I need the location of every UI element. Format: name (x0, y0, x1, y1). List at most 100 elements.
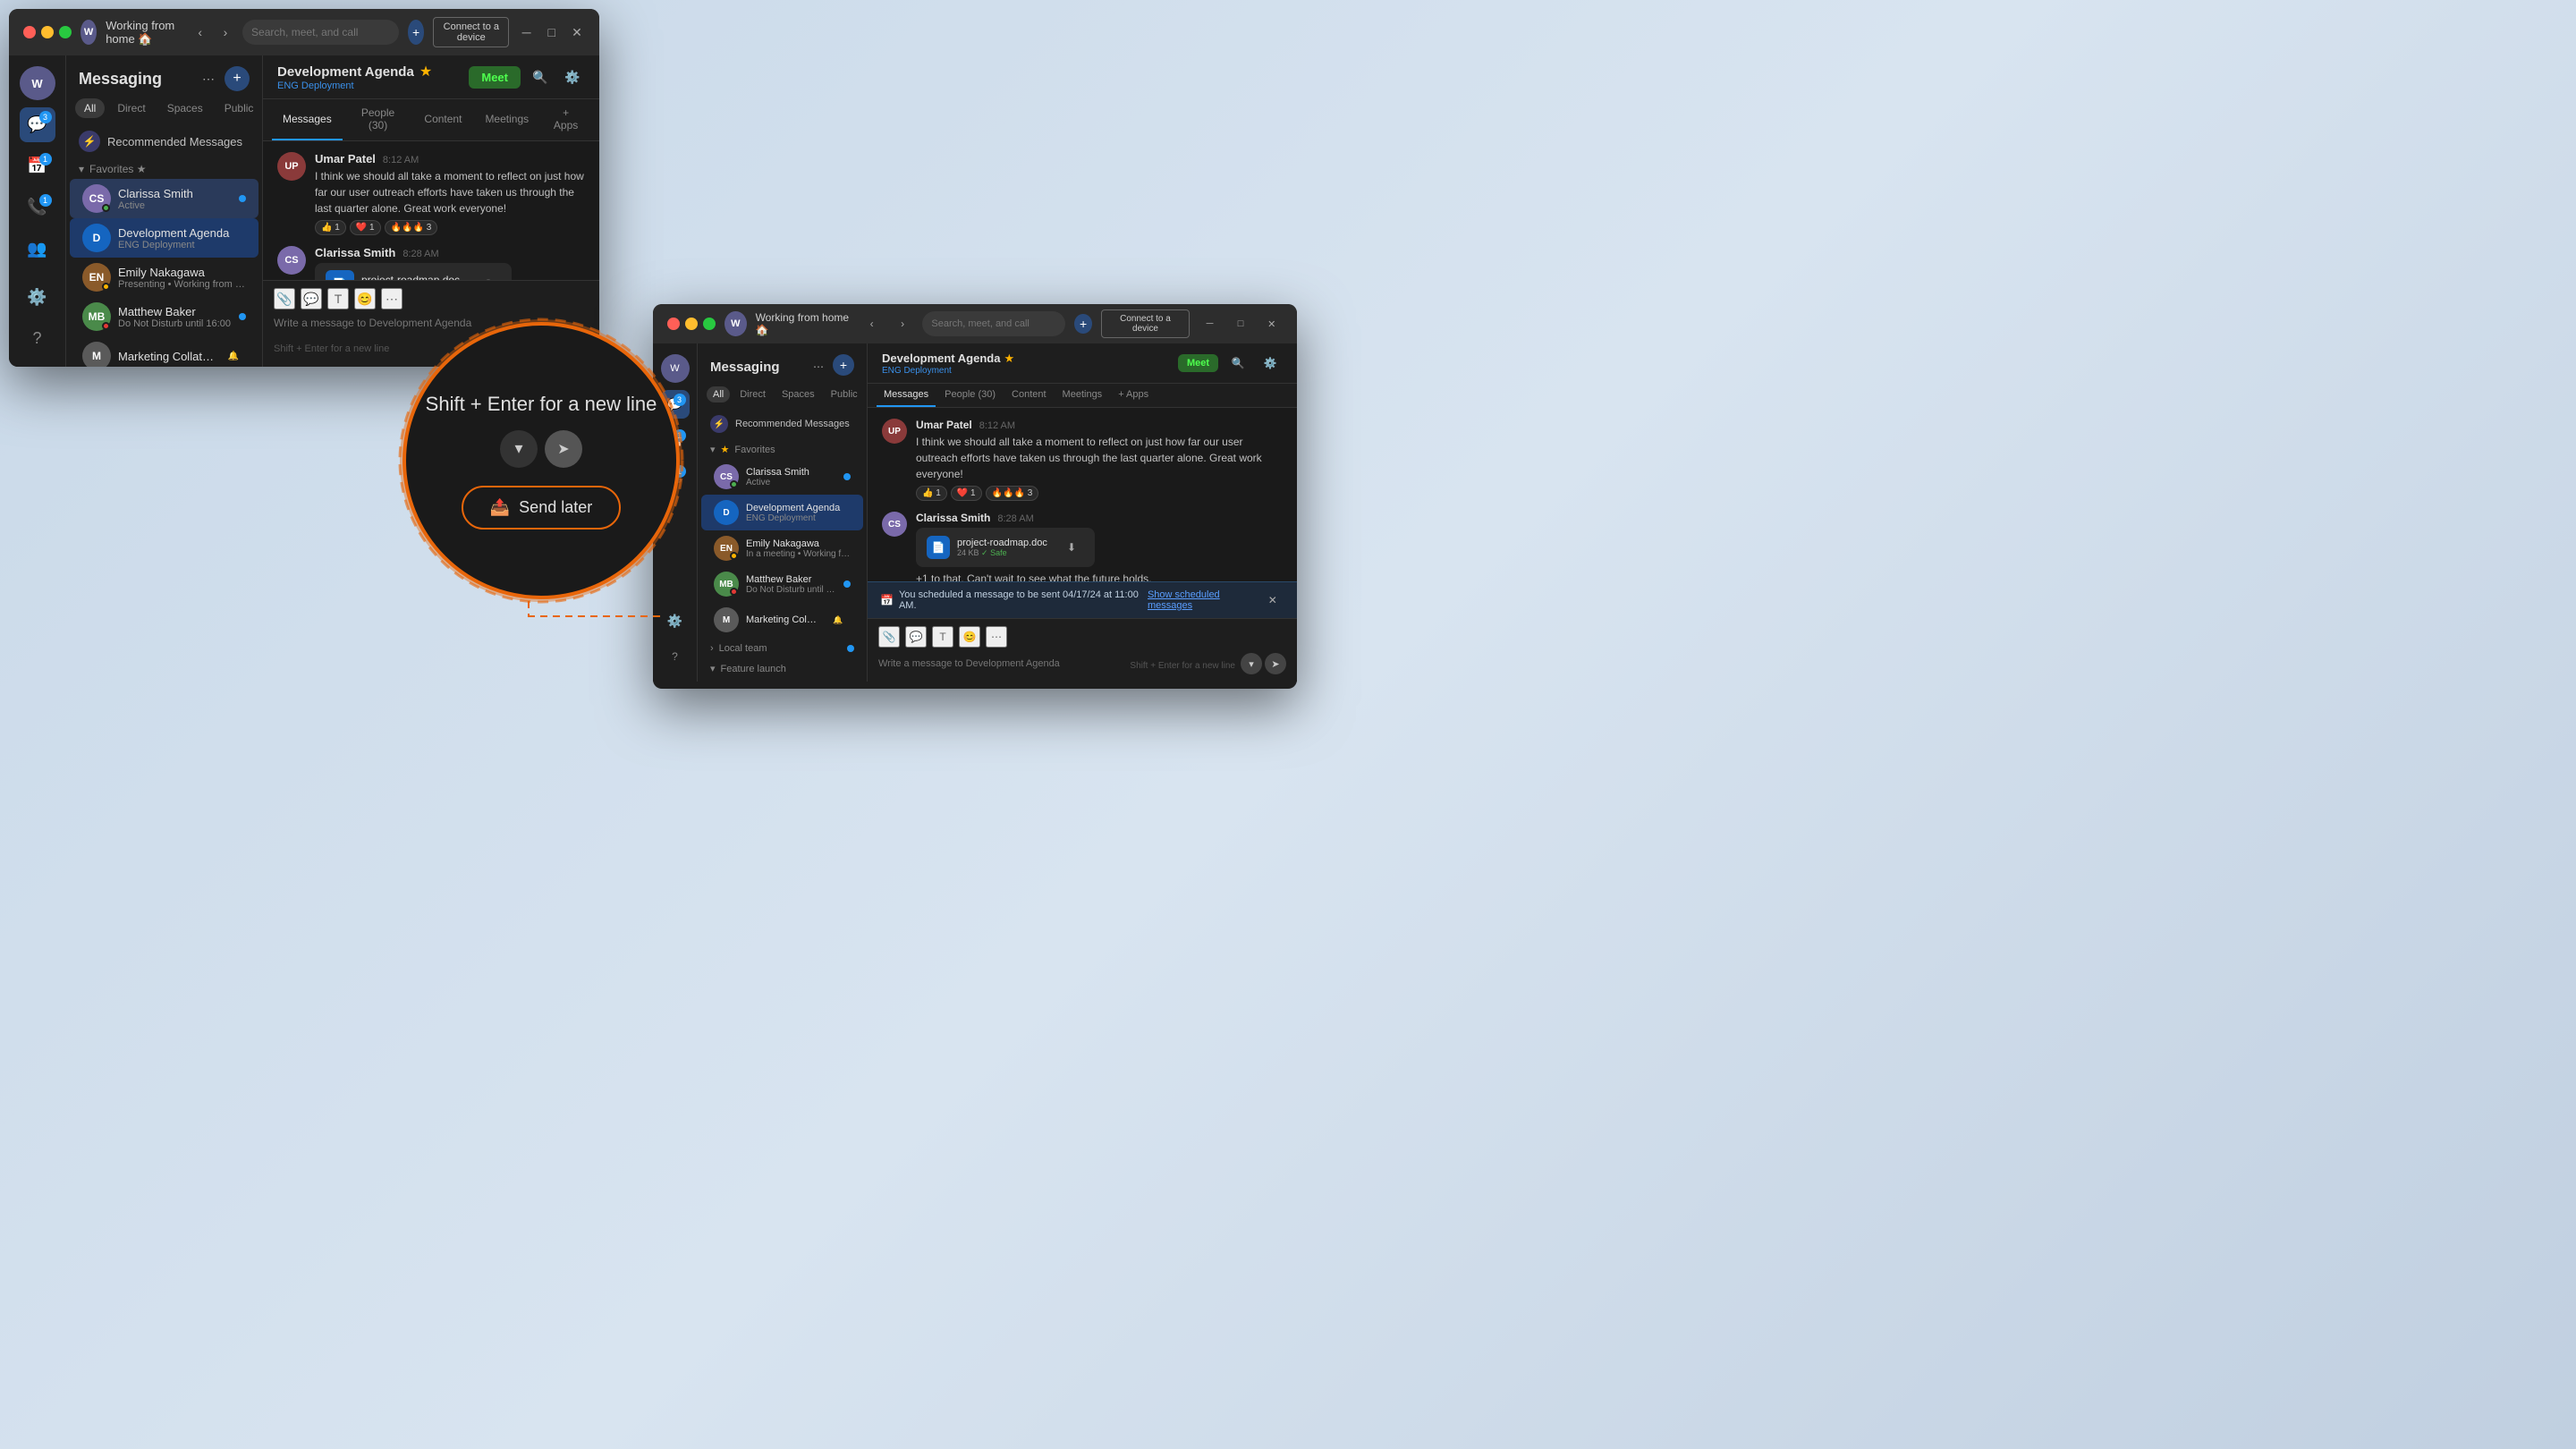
chat-input-field-2[interactable] (878, 658, 1123, 669)
emoji-btn-1[interactable]: 😊 (354, 288, 376, 309)
attach-btn-2[interactable]: 📎 (878, 626, 900, 648)
gif-btn-2[interactable]: 💬 (905, 626, 927, 648)
contact-umar-2[interactable]: UP Umar Patel Presenting • At the office… (701, 678, 863, 682)
zoom-send-btn[interactable]: ➤ (545, 430, 582, 468)
reaction-6[interactable]: 🔥🔥🔥 3 (986, 486, 1039, 501)
sidebar-avatar-2[interactable]: W (661, 354, 690, 383)
compose-btn-1[interactable]: + (225, 66, 250, 91)
attach-btn-1[interactable]: 📎 (274, 288, 295, 309)
minimize-button-1[interactable] (41, 26, 54, 38)
local-team-header-2[interactable]: › Local team (698, 638, 867, 657)
sidebar-teams-1[interactable]: 👥 (20, 232, 55, 266)
chat-tab-meetings-2[interactable]: Meetings (1055, 384, 1110, 407)
sidebar-help-2[interactable]: ? (661, 642, 690, 671)
chat-options-btn-1[interactable]: ⚙️ (560, 64, 585, 89)
recommended-row-1[interactable]: ⚡ Recommended Messages (66, 125, 262, 157)
download-btn-2[interactable]: ⬇ (1059, 535, 1084, 560)
nav-back-1[interactable]: ‹ (192, 20, 208, 45)
show-scheduled-link[interactable]: Show scheduled messages (1148, 589, 1261, 611)
meet-button-1[interactable]: Meet (469, 66, 521, 89)
close-button-1[interactable] (23, 26, 36, 38)
chat-tab-meetings-1[interactable]: Meetings (474, 99, 539, 140)
reaction-2[interactable]: ❤️ 1 (350, 220, 381, 235)
feature-launch-header-2[interactable]: ▾ Feature launch (698, 657, 867, 678)
send-btn-2[interactable]: ➤ (1265, 653, 1286, 674)
filter-btn-1[interactable]: ⋯ (196, 66, 221, 91)
favorites-header-2[interactable]: ▾ ★ Favorites (698, 438, 867, 459)
chat-tab-messages-1[interactable]: Messages (272, 99, 343, 140)
reaction-3[interactable]: 🔥🔥🔥 3 (385, 220, 438, 235)
connect-btn-2[interactable]: Connect to a device (1101, 309, 1191, 338)
chat-options-btn-2[interactable]: ⚙️ (1258, 351, 1283, 376)
reaction-4[interactable]: 👍 1 (916, 486, 947, 501)
meet-button-2[interactable]: Meet (1178, 354, 1218, 372)
format-btn-2[interactable]: T (932, 626, 953, 648)
sidebar-help-1[interactable]: ? (20, 322, 55, 356)
nav-back-2[interactable]: ‹ (860, 311, 883, 336)
sidebar-settings-1[interactable]: ⚙️ (20, 280, 55, 314)
sidebar-messaging-1[interactable]: 💬 3 (20, 107, 55, 141)
contact-devagenda-2[interactable]: D Development Agenda ENG Deployment (701, 495, 863, 530)
compose-btn-2[interactable]: + (833, 354, 854, 376)
chat-tab-content-2[interactable]: Content (1004, 384, 1054, 407)
minimize-win-1[interactable]: ─ (518, 20, 534, 45)
contact-marketing-1[interactable]: M Marketing Collateral 🔔 (70, 336, 258, 367)
format-btn-1[interactable]: T (327, 288, 349, 309)
contact-matthew-2[interactable]: MB Matthew Baker Do Not Disturb until 16… (701, 566, 863, 602)
search-input-1[interactable] (242, 20, 399, 45)
tab-direct-1[interactable]: Direct (108, 98, 154, 118)
search-chat-btn-1[interactable]: 🔍 (528, 64, 553, 89)
chat-tab-content-1[interactable]: Content (413, 99, 472, 140)
zoom-dropdown-btn[interactable]: ▾ (500, 430, 538, 468)
tab-all-1[interactable]: All (75, 98, 105, 118)
sidebar-calendar-1[interactable]: 📅 1 (20, 149, 55, 183)
tab-spaces-2[interactable]: Spaces (775, 386, 821, 402)
chat-tab-people-2[interactable]: People (30) (937, 384, 1003, 407)
close-button-2[interactable] (667, 318, 680, 330)
recommended-row-2[interactable]: ⚡ Recommended Messages (698, 410, 867, 438)
send-dropdown-btn-2[interactable]: ▾ (1241, 653, 1262, 674)
download-btn-1[interactable]: ⬇ (476, 272, 501, 280)
reaction-5[interactable]: ❤️ 1 (951, 486, 982, 501)
contact-emily-1[interactable]: EN Emily Nakagawa Presenting • Working f… (70, 258, 258, 297)
more-btn-2[interactable]: ⋯ (986, 626, 1007, 648)
notif-close-btn[interactable]: ✕ (1261, 588, 1284, 613)
close-win-2[interactable]: ✕ (1260, 311, 1283, 336)
add-btn-2[interactable]: + (1074, 314, 1091, 334)
mute-marketing-1[interactable]: 🔔 (221, 343, 246, 367)
emoji-btn-2[interactable]: 😊 (959, 626, 980, 648)
tab-public-1[interactable]: Public (216, 98, 263, 118)
chat-tab-apps-2[interactable]: + Apps (1111, 384, 1156, 407)
contact-matthew-1[interactable]: MB Matthew Baker Do Not Disturb until 16… (70, 297, 258, 336)
more-btn-1[interactable]: ⋯ (381, 288, 402, 309)
favorites-header-1[interactable]: ▾ Favorites ★ (66, 157, 262, 179)
reaction-1[interactable]: 👍 1 (315, 220, 346, 235)
minimize-button-2[interactable] (685, 318, 698, 330)
add-btn-1[interactable]: + (408, 20, 424, 45)
maximize-button-1[interactable] (59, 26, 72, 38)
nav-forward-2[interactable]: › (892, 311, 914, 336)
nav-forward-1[interactable]: › (217, 20, 233, 45)
mute-marketing-2[interactable]: 🔔 (826, 607, 851, 632)
contact-clarissa-2[interactable]: CS Clarissa Smith Active (701, 459, 863, 495)
chat-tab-apps-1[interactable]: + Apps (541, 99, 590, 140)
maximize-button-2[interactable] (703, 318, 716, 330)
filter-btn-2[interactable]: ⋯ (806, 354, 831, 379)
contact-devagenda-1[interactable]: D Development Agenda ENG Deployment (70, 218, 258, 258)
connect-btn-1[interactable]: Connect to a device (433, 17, 509, 47)
tab-direct-2[interactable]: Direct (733, 386, 772, 402)
file-attachment-2[interactable]: 📄 project-roadmap.doc 24 KB ✓ Safe ⬇ (916, 528, 1095, 567)
tab-spaces-1[interactable]: Spaces (158, 98, 212, 118)
search-input-2[interactable] (922, 311, 1065, 336)
chat-tab-messages-2[interactable]: Messages (877, 384, 936, 407)
file-attachment-1[interactable]: 📄 project-roadmap.doc 24 KB ✓ Safe ⬇ (315, 263, 512, 280)
contact-clarissa-1[interactable]: CS Clarissa Smith Active (70, 179, 258, 218)
sidebar-avatar-1[interactable]: W (20, 66, 55, 100)
minimize-win-2[interactable]: ─ (1199, 311, 1221, 336)
tab-public-2[interactable]: Public (825, 386, 864, 402)
tab-all-2[interactable]: All (707, 386, 730, 402)
restore-win-2[interactable]: □ (1230, 311, 1252, 336)
send-later-button[interactable]: 📤 Send later (462, 486, 621, 530)
restore-win-1[interactable]: □ (544, 20, 560, 45)
search-chat-btn-2[interactable]: 🔍 (1225, 351, 1250, 376)
